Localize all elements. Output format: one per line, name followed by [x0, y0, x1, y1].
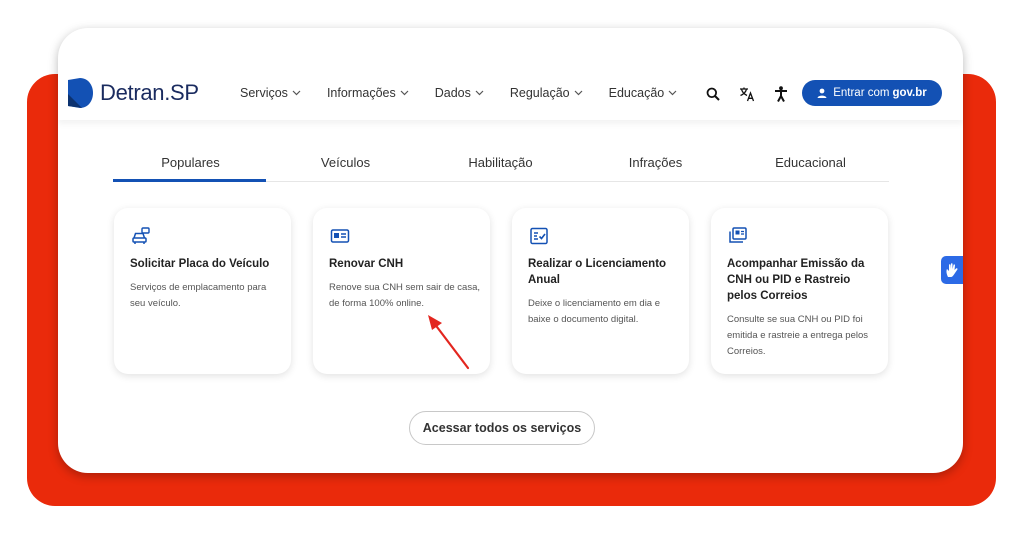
red-arrow-annotation: [428, 315, 470, 370]
vlibras-hand-icon[interactable]: [941, 256, 963, 284]
browser-window: Detran.SP Serviços Informações Dados Reg…: [58, 28, 963, 473]
